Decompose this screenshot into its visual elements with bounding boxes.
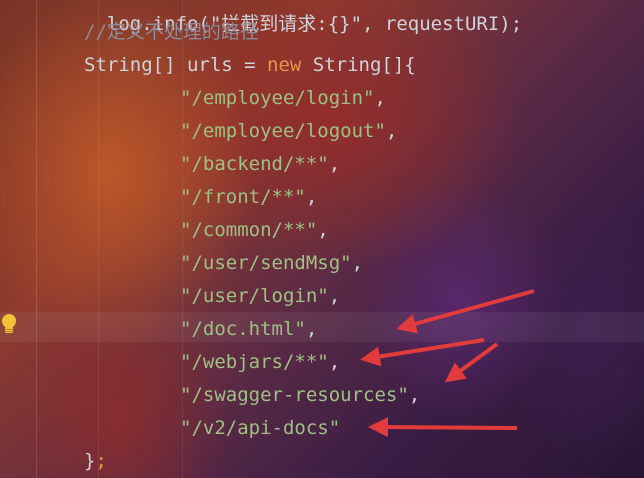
- comma: ,: [351, 252, 364, 274]
- url-string: "/swagger-resources": [180, 384, 409, 406]
- url-string: "/webjars/**": [180, 351, 329, 373]
- comma: ,: [385, 120, 398, 142]
- url-string: "/common/**": [180, 219, 318, 241]
- comma: ,: [328, 351, 341, 373]
- decl-rest: String[]{: [301, 54, 416, 76]
- url-string: "/front/**": [180, 186, 306, 208]
- gutter-divider: [36, 0, 37, 478]
- url-string: "/v2/api-docs": [180, 417, 341, 439]
- url-string: "/doc.html": [180, 318, 306, 340]
- decl-new-keyword: new: [267, 54, 302, 76]
- code-close: };: [84, 449, 107, 473]
- url-string: "/backend/**": [180, 153, 329, 175]
- close-brace: }: [84, 450, 96, 472]
- url-line-3: "/backend/**",: [180, 152, 340, 176]
- url-line-6: "/user/sendMsg",: [180, 251, 363, 275]
- comma: ,: [328, 153, 341, 175]
- url-line-4: "/front/**",: [180, 185, 317, 209]
- url-line-7: "/user/login",: [180, 284, 340, 308]
- code-declaration: String[] urls = new String[]{: [84, 53, 416, 77]
- url-line-2: "/employee/logout",: [180, 119, 397, 143]
- comma: ,: [328, 285, 341, 307]
- decl-type: String[] urls =: [84, 54, 268, 76]
- current-line-highlight: [0, 312, 644, 342]
- url-line-5: "/common/**",: [180, 218, 329, 242]
- url-string: "/employee/logout": [180, 120, 386, 142]
- url-line-8: "/doc.html",: [180, 317, 317, 341]
- url-string: "/user/login": [180, 285, 329, 307]
- code-comment: //定义不处理的路径: [84, 21, 259, 43]
- url-line-9: "/webjars/**",: [180, 350, 340, 374]
- url-string: "/employee/login": [180, 87, 375, 109]
- comma: ,: [408, 384, 421, 406]
- comma: ,: [305, 318, 318, 340]
- comma: ,: [305, 186, 318, 208]
- url-line-1: "/employee/login",: [180, 86, 386, 110]
- comma: ,: [374, 87, 386, 109]
- semicolon: ;: [95, 450, 107, 472]
- lightbulb-icon[interactable]: [0, 312, 18, 336]
- comma: ,: [317, 219, 329, 241]
- url-line-10: "/swagger-resources",: [180, 383, 420, 407]
- url-string: "/user/sendMsg": [180, 252, 352, 274]
- url-line-11: "/v2/api-docs": [180, 416, 340, 440]
